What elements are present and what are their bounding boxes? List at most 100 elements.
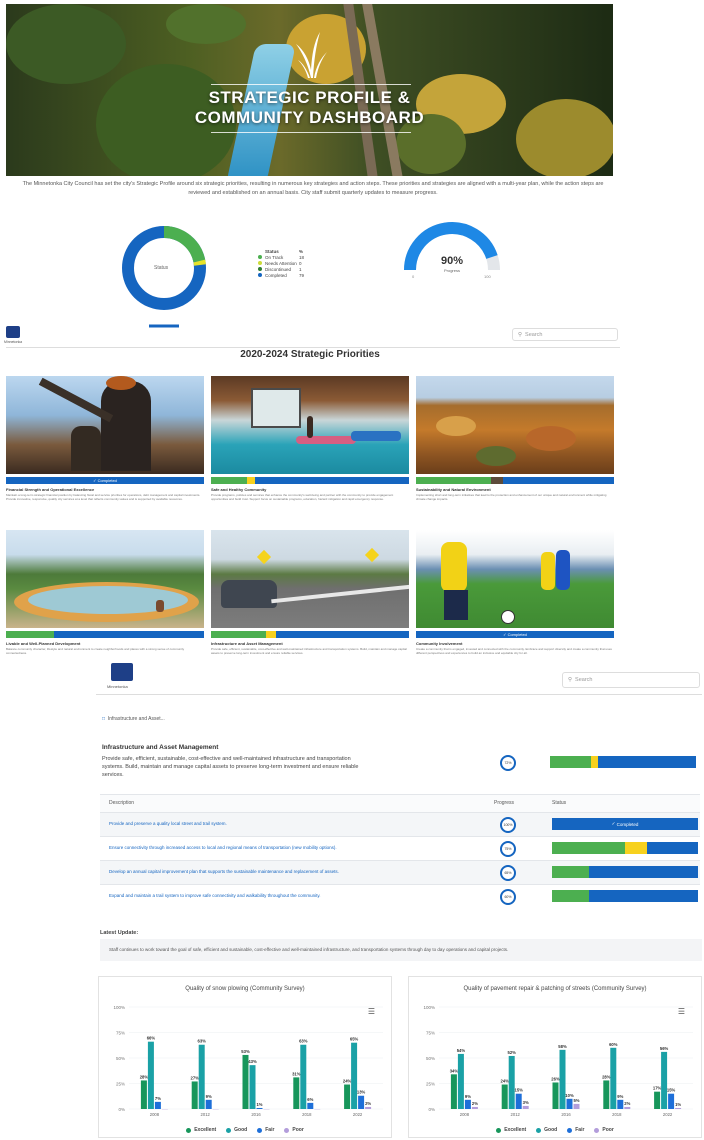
bar-fair bbox=[358, 1095, 365, 1109]
bar-good bbox=[300, 1044, 307, 1109]
legend-header-status: Status bbox=[265, 248, 279, 254]
bar-poor bbox=[675, 1107, 682, 1109]
city-logo-icon[interactable] bbox=[6, 326, 20, 338]
good-dot-icon bbox=[536, 1127, 542, 1133]
bar-poor bbox=[365, 1106, 372, 1109]
data-label: 24% bbox=[343, 1079, 352, 1084]
card-status-bar bbox=[6, 631, 204, 638]
card-status-bar bbox=[211, 477, 409, 484]
legend-poor[interactable]: Poor bbox=[284, 1127, 304, 1133]
bar-good bbox=[610, 1047, 617, 1109]
card-description: Balance community character, lifestyle a… bbox=[6, 647, 185, 655]
data-label: 34% bbox=[450, 1068, 459, 1073]
legend-label: Good bbox=[234, 1127, 248, 1133]
data-label: 9% bbox=[465, 1094, 471, 1099]
legend-excellent[interactable]: Excellent bbox=[186, 1127, 216, 1133]
data-label: 24% bbox=[501, 1079, 510, 1084]
legend-fair[interactable]: Fair bbox=[257, 1127, 274, 1133]
detail-status-bar bbox=[550, 756, 696, 768]
data-label: 60% bbox=[609, 1042, 618, 1047]
breadcrumb-label: Infrastructure and Asset... bbox=[107, 716, 165, 722]
breadcrumb[interactable]: □ Infrastructure and Asset... bbox=[102, 716, 165, 722]
bar-good bbox=[508, 1055, 515, 1109]
status-seg-green bbox=[552, 842, 625, 854]
data-label: 2% bbox=[472, 1101, 478, 1106]
y-tick-label: 75% bbox=[426, 1031, 435, 1036]
priorities-heading: 2020-2024 Strategic Priorities bbox=[240, 349, 380, 360]
search-input[interactable]: ⚲ Search bbox=[562, 672, 700, 688]
status-seg-yellow bbox=[625, 842, 647, 854]
logo-text: Minnetonka bbox=[4, 340, 23, 344]
chart-legend: Excellent Good Fair Poor bbox=[99, 1127, 391, 1133]
bar-good bbox=[559, 1049, 566, 1109]
bar-good bbox=[457, 1053, 464, 1109]
x-tick-label: 2018 bbox=[612, 1112, 622, 1117]
table-row[interactable]: Ensure connectivity through increased ac… bbox=[100, 836, 700, 860]
legend-label: Fair bbox=[265, 1127, 275, 1133]
card-title: Infrastructure and Asset Management bbox=[211, 641, 283, 646]
x-tick-label: 2012 bbox=[511, 1112, 521, 1117]
card-title: Sustainability and Natural Environment bbox=[416, 487, 491, 492]
data-label: 3% bbox=[523, 1100, 529, 1105]
chart-plot: 0%25%50%75%100%34%54%9%2%200824%52%15%3%… bbox=[423, 1005, 693, 1117]
card-title: Safe and Healthy Community bbox=[211, 487, 267, 492]
table-row[interactable]: Develop an annual capital improvement pl… bbox=[100, 860, 700, 884]
data-label: 58% bbox=[558, 1044, 567, 1049]
y-tick-label: 0% bbox=[428, 1107, 435, 1112]
row-status-bar bbox=[552, 866, 698, 878]
data-label: 28% bbox=[140, 1074, 149, 1079]
card-status-bar bbox=[211, 631, 409, 638]
bar-good bbox=[198, 1044, 205, 1109]
x-tick-label: 2022 bbox=[663, 1112, 673, 1117]
bar-fair bbox=[668, 1093, 675, 1109]
search-input[interactable]: ⚲ Search bbox=[512, 328, 618, 341]
bar-good bbox=[147, 1041, 154, 1109]
bar-excellent bbox=[344, 1084, 351, 1109]
data-label: 28% bbox=[602, 1074, 611, 1079]
data-label: 53% bbox=[241, 1049, 250, 1054]
bar-good bbox=[351, 1042, 358, 1109]
y-tick-label: 100% bbox=[113, 1005, 125, 1010]
legend-value: 18 bbox=[299, 254, 305, 260]
legend-excellent[interactable]: Excellent bbox=[496, 1127, 526, 1133]
row-description[interactable]: Develop an annual capital improvement pl… bbox=[109, 869, 339, 874]
legend-value: 79 bbox=[299, 272, 305, 278]
bar-excellent bbox=[140, 1080, 147, 1109]
logo-text: Minnetonka bbox=[107, 684, 128, 689]
legend-good[interactable]: Good bbox=[536, 1127, 557, 1133]
legend-good[interactable]: Good bbox=[226, 1127, 247, 1133]
row-description[interactable]: Ensure connectivity through increased ac… bbox=[109, 845, 337, 850]
legend-poor[interactable]: Poor bbox=[594, 1127, 614, 1133]
legend-fair[interactable]: Fair bbox=[567, 1127, 584, 1133]
chart-legend: Excellent Good Fair Poor bbox=[409, 1127, 701, 1133]
status-seg-yellow bbox=[590, 756, 599, 768]
legend-label: Excellent bbox=[504, 1127, 527, 1133]
grass-logo-icon bbox=[296, 32, 327, 78]
bar-fair bbox=[205, 1099, 212, 1109]
table-row[interactable]: Provide and preserve a quality local str… bbox=[100, 812, 700, 836]
bar-excellent bbox=[603, 1080, 610, 1109]
data-label: 1% bbox=[675, 1102, 681, 1107]
firefighter-photo bbox=[6, 376, 204, 474]
bar-poor bbox=[522, 1105, 529, 1109]
card-description: Create a community that is engaged, inve… bbox=[416, 647, 612, 655]
y-tick-label: 0% bbox=[118, 1107, 125, 1112]
table-row[interactable]: Expand and maintain a trail system to im… bbox=[100, 884, 700, 908]
row-description[interactable]: Expand and maintain a trail system to im… bbox=[109, 893, 321, 898]
data-label: 56% bbox=[660, 1046, 669, 1051]
hero-title-line1: STRATEGIC PROFILE & bbox=[208, 88, 411, 107]
y-tick-label: 50% bbox=[116, 1056, 125, 1061]
city-logo-icon[interactable] bbox=[111, 663, 133, 681]
status-seg-green bbox=[552, 890, 589, 902]
legend-label: On Track bbox=[265, 254, 284, 260]
hero-banner: STRATEGIC PROFILE & COMMUNITY DASHBOARD bbox=[6, 4, 613, 176]
detail-description: Provide safe, efficient, sustainable, co… bbox=[102, 756, 359, 778]
y-tick-label: 25% bbox=[426, 1082, 435, 1087]
poor-dot-icon bbox=[284, 1127, 290, 1133]
row-description[interactable]: Provide and preserve a quality local str… bbox=[109, 821, 227, 826]
search-icon: ⚲ bbox=[518, 331, 523, 338]
data-label: 17% bbox=[653, 1086, 662, 1091]
legend-label: Poor bbox=[292, 1127, 304, 1133]
bar-fair bbox=[617, 1099, 624, 1109]
legend-label: Good bbox=[544, 1127, 558, 1133]
